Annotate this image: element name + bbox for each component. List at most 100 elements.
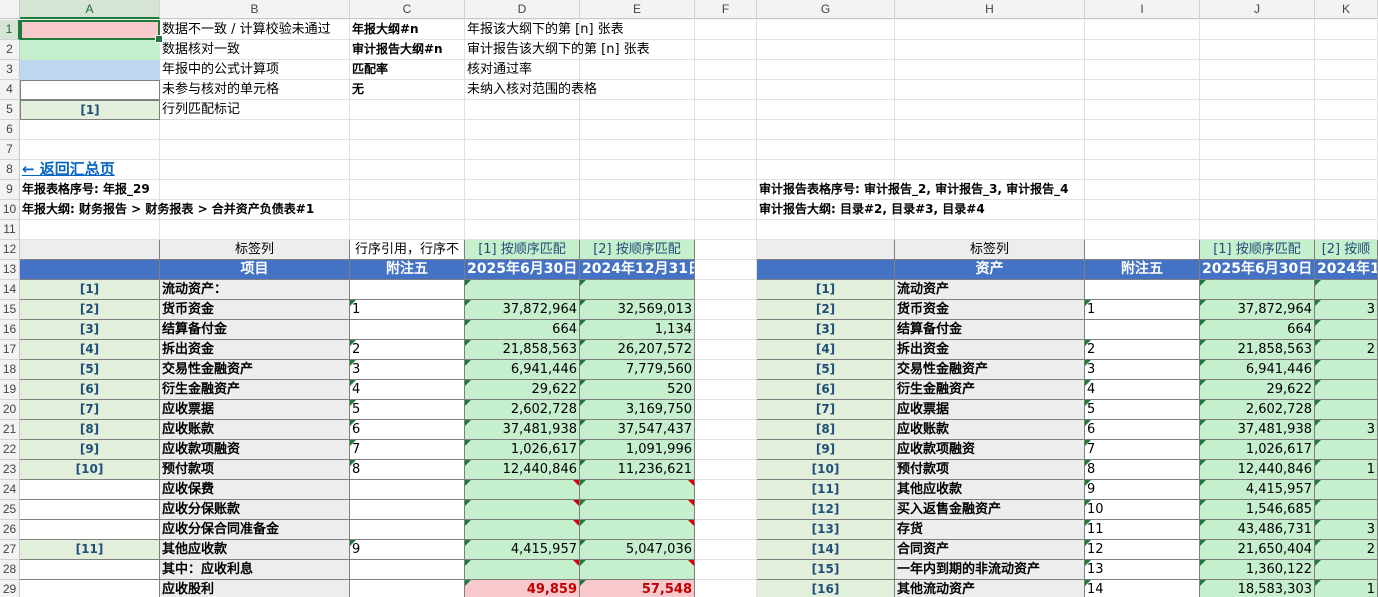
left-row-value-2024[interactable]: 1,134 [580, 320, 695, 340]
left-row-note[interactable]: 2 [350, 340, 465, 360]
row-header-7[interactable]: 7 [0, 140, 20, 160]
right-row-tag[interactable]: [3] [757, 320, 895, 340]
fill-handle[interactable] [155, 35, 163, 43]
left-row-tag[interactable] [20, 520, 160, 540]
right-header-3[interactable]: 2024年1 [1315, 260, 1378, 280]
right-row-value-2024[interactable] [1315, 500, 1378, 520]
right-row-item[interactable]: 应收账款 [895, 420, 1085, 440]
right-header-1[interactable]: 附注五 [1085, 260, 1200, 280]
row-header-29[interactable]: 29 [0, 580, 20, 597]
left-row-note[interactable]: 1 [350, 300, 465, 320]
left-row-value-2025[interactable]: 12,440,846 [465, 460, 580, 480]
left-row-value-2025[interactable]: 29,622 [465, 380, 580, 400]
left-match2-header[interactable]: [2] 按顺序匹配 [580, 240, 695, 260]
row-header-28[interactable]: 28 [0, 560, 20, 580]
right-row-tag[interactable]: [6] [757, 380, 895, 400]
left-row-tag[interactable] [20, 500, 160, 520]
row-header-22[interactable]: 22 [0, 440, 20, 460]
left-row-tag[interactable]: [7] [20, 400, 160, 420]
left-label-col-header[interactable]: 标签列 [160, 240, 350, 260]
select-all-corner[interactable] [0, 0, 20, 19]
right-row-value-2025[interactable] [1200, 280, 1315, 300]
right-row-note[interactable]: 6 [1085, 420, 1200, 440]
right-row-note[interactable]: 5 [1085, 400, 1200, 420]
right-row-note[interactable] [1085, 280, 1200, 300]
left-row-tag[interactable]: [6] [20, 380, 160, 400]
left-header-3[interactable]: 2024年12月31日 [580, 260, 695, 280]
right-row-tag[interactable]: [10] [757, 460, 895, 480]
row-header-23[interactable]: 23 [0, 460, 20, 480]
left-row-value-2025[interactable] [465, 520, 580, 540]
left-row-note[interactable]: 3 [350, 360, 465, 380]
legend-desc[interactable]: 核对通过率 [465, 60, 695, 80]
right-row-note[interactable]: 2 [1085, 340, 1200, 360]
legend-color-swatch[interactable] [20, 60, 160, 80]
legend-key[interactable]: 匹配率 [350, 60, 465, 80]
left-row-value-2024[interactable] [580, 500, 695, 520]
left-row-tag[interactable]: [11] [20, 540, 160, 560]
left-row-note[interactable]: 9 [350, 540, 465, 560]
right-row-tag[interactable]: [12] [757, 500, 895, 520]
right-row-item[interactable]: 结算备付金 [895, 320, 1085, 340]
left-header-2[interactable]: 2025年6月30日 [465, 260, 580, 280]
left-row-tag[interactable]: [4] [20, 340, 160, 360]
left-row-value-2025[interactable] [465, 480, 580, 500]
right-row-tag[interactable]: [9] [757, 440, 895, 460]
right-row-note[interactable]: 7 [1085, 440, 1200, 460]
right-row-note[interactable]: 3 [1085, 360, 1200, 380]
right-row-item[interactable]: 一年内到期的非流动资产 [895, 560, 1085, 580]
row-header-8[interactable]: 8 [0, 160, 20, 180]
left-row-item[interactable]: 其中：应收利息 [160, 560, 350, 580]
left-row-item[interactable]: 交易性金融资产 [160, 360, 350, 380]
column-header-j[interactable]: J [1200, 0, 1315, 19]
right-row-item[interactable]: 衍生金融资产 [895, 380, 1085, 400]
right-row-tag[interactable]: [11] [757, 480, 895, 500]
right-row-value-2025[interactable]: 29,622 [1200, 380, 1315, 400]
left-row-item[interactable]: 应收保费 [160, 480, 350, 500]
row-header-1[interactable]: 1 [0, 20, 20, 40]
right-label-col-header[interactable]: 标签列 [895, 240, 1085, 260]
right-row-note[interactable]: 1 [1085, 300, 1200, 320]
right-row-value-2024[interactable] [1315, 280, 1378, 300]
left-row-item[interactable]: 应收款项融资 [160, 440, 350, 460]
right-row-value-2024[interactable] [1315, 560, 1378, 580]
right-row-tag[interactable]: [15] [757, 560, 895, 580]
right-row-tag[interactable]: [1] [757, 280, 895, 300]
column-header-d[interactable]: D [465, 0, 580, 19]
right-table-seq[interactable]: 审计报告表格序号: 审计报告_2, 审计报告_3, 审计报告_4 [757, 180, 1315, 200]
row-header-13[interactable]: 13 [0, 260, 20, 280]
right-row-value-2025[interactable]: 18,583,303 [1200, 580, 1315, 597]
left-row-item[interactable]: 预付款项 [160, 460, 350, 480]
legend-key[interactable]: 审计报告大纲#n [350, 40, 465, 60]
left-row-note[interactable]: 4 [350, 380, 465, 400]
right-row-note[interactable]: 11 [1085, 520, 1200, 540]
left-label-header-blank[interactable] [20, 240, 160, 260]
right-header-blank[interactable] [757, 260, 895, 280]
right-row-note[interactable]: 14 [1085, 580, 1200, 597]
left-row-item[interactable]: 结算备付金 [160, 320, 350, 340]
left-row-value-2024[interactable]: 1,091,996 [580, 440, 695, 460]
right-row-value-2024[interactable] [1315, 400, 1378, 420]
right-row-value-2024[interactable] [1315, 360, 1378, 380]
left-row-note[interactable] [350, 480, 465, 500]
right-row-item[interactable]: 其他流动资产 [895, 580, 1085, 597]
right-row-value-2025[interactable]: 21,858,563 [1200, 340, 1315, 360]
left-row-item[interactable]: 拆出资金 [160, 340, 350, 360]
legend-text[interactable]: 年报中的公式计算项 [160, 60, 350, 80]
left-table-seq[interactable]: 年报表格序号: 年报_29 [20, 180, 465, 200]
left-row-value-2025[interactable]: 49,859 [465, 580, 580, 597]
right-row-value-2024[interactable]: 2 [1315, 540, 1378, 560]
left-row-item[interactable]: 流动资产： [160, 280, 350, 300]
right-row-value-2025[interactable]: 21,650,404 [1200, 540, 1315, 560]
right-row-tag[interactable]: [2] [757, 300, 895, 320]
right-row-value-2024[interactable]: 3 [1315, 420, 1378, 440]
right-row-value-2025[interactable]: 12,440,846 [1200, 460, 1315, 480]
left-row-note[interactable] [350, 500, 465, 520]
legend-text[interactable]: 数据核对一致 [160, 40, 350, 60]
column-header-e[interactable]: E [580, 0, 695, 19]
left-row-tag[interactable]: [3] [20, 320, 160, 340]
left-match1-header[interactable]: [1] 按顺序匹配 [465, 240, 580, 260]
row-header-26[interactable]: 26 [0, 520, 20, 540]
right-row-value-2025[interactable]: 1,026,617 [1200, 440, 1315, 460]
right-row-value-2025[interactable]: 4,415,957 [1200, 480, 1315, 500]
